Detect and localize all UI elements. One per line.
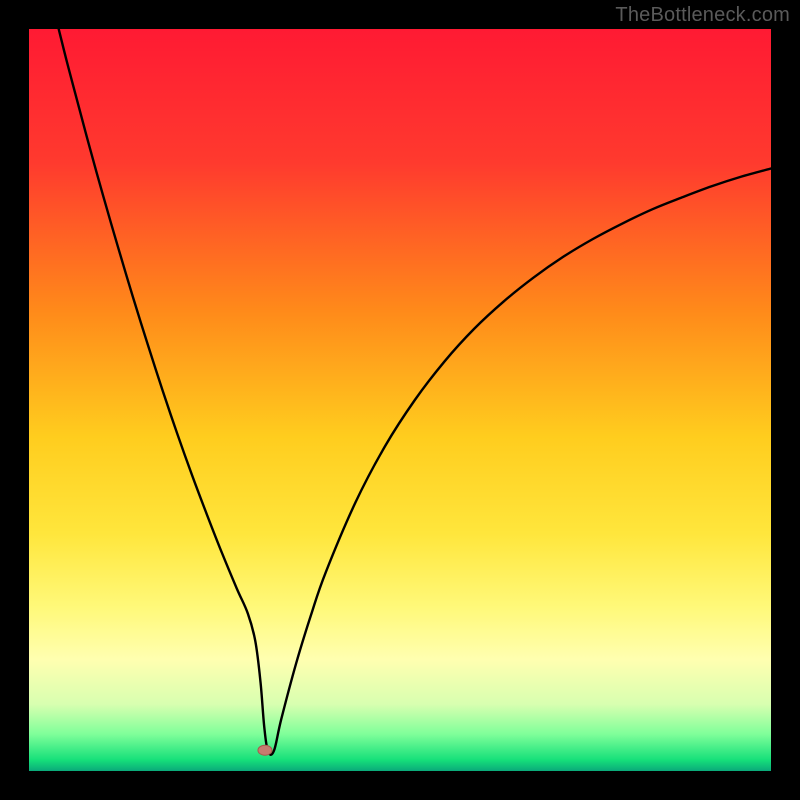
gradient-background <box>29 29 771 771</box>
bottleneck-chart <box>29 29 771 771</box>
watermark-text: TheBottleneck.com <box>615 4 790 27</box>
optimal-point-marker <box>258 745 272 755</box>
chart-frame <box>29 29 771 771</box>
